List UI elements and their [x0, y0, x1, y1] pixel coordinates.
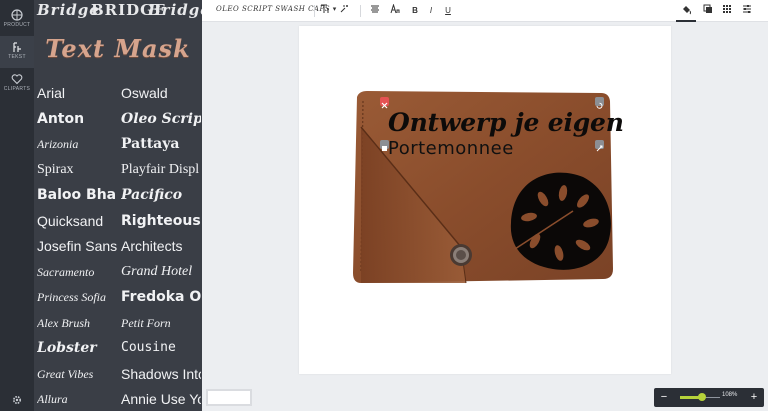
- font-option[interactable]: Oleo Script Sw: [121, 110, 201, 128]
- font-option[interactable]: Josefin Sans: [37, 237, 117, 255]
- product-icon: [11, 9, 23, 21]
- resize-icon: [596, 145, 603, 152]
- font-option[interactable]: Fredoka On: [121, 288, 201, 306]
- rotate-icon: [596, 102, 603, 109]
- font-option[interactable]: Baloo Bhain: [37, 186, 117, 204]
- align-icon[interactable]: [368, 4, 382, 18]
- font-case-icon[interactable]: [388, 3, 402, 18]
- fill-bucket-icon[interactable]: [679, 4, 693, 18]
- underline-button[interactable]: U: [441, 4, 455, 18]
- gear-icon[interactable]: [11, 394, 23, 406]
- font-option[interactable]: Arizonia: [37, 135, 117, 153]
- text-mask-option[interactable]: Text Mask: [34, 34, 202, 63]
- grid-icon[interactable]: [720, 4, 734, 18]
- font-option[interactable]: Alex Brush: [37, 314, 117, 332]
- font-option[interactable]: Annie Use Your: [121, 390, 201, 408]
- font-option[interactable]: Sacramento: [37, 263, 117, 281]
- layer-handle[interactable]: [380, 140, 389, 151]
- layers-icon[interactable]: [701, 4, 715, 18]
- font-panel: Bridge BRIDGE Bridge Text Mask ArialOswa…: [34, 0, 202, 411]
- heart-icon: [11, 74, 23, 85]
- font-option[interactable]: Righteous: [121, 212, 201, 230]
- bold-button[interactable]: B: [408, 4, 422, 18]
- font-option[interactable]: Pattaya: [121, 135, 201, 153]
- text-size-icon[interactable]: [318, 4, 332, 18]
- resize-handle[interactable]: [595, 140, 604, 152]
- active-tool-indicator: [676, 20, 696, 22]
- delete-handle[interactable]: [380, 97, 389, 109]
- font-option[interactable]: Allura: [37, 390, 117, 408]
- font-option[interactable]: Quicksand: [37, 212, 117, 230]
- rotate-handle[interactable]: [595, 97, 604, 109]
- design-text-line2[interactable]: Portemonnee: [388, 138, 514, 159]
- font-option[interactable]: Playfair Displ: [121, 161, 201, 179]
- font-option[interactable]: Spirax: [37, 161, 117, 179]
- font-option[interactable]: Architects: [121, 237, 201, 255]
- text-icon: [13, 42, 21, 52]
- rail-label-product: PRODUCT: [3, 22, 31, 28]
- rail-label-cliparts: CLIPARTS: [3, 86, 31, 92]
- font-option[interactable]: Shadows Into: [121, 365, 201, 383]
- italic-button[interactable]: I: [424, 4, 438, 18]
- editor-app: PRODUCT TEKST CLIPARTS Bridge BRIDGE Bri…: [0, 0, 768, 411]
- font-option[interactable]: Petit Forn: [121, 314, 201, 332]
- chevron-down-icon: ▾: [332, 5, 337, 13]
- zoom-value: 108%: [722, 392, 738, 398]
- font-option[interactable]: Princess Sofia: [37, 288, 117, 306]
- font-option[interactable]: Lobster: [37, 339, 117, 357]
- font-option[interactable]: Arial: [37, 84, 117, 102]
- zoom-in-button[interactable]: +: [745, 388, 763, 407]
- zoom-out-button[interactable]: −: [655, 388, 673, 407]
- sliders-icon[interactable]: [740, 4, 754, 18]
- tool-rail: PRODUCT TEKST CLIPARTS: [0, 0, 34, 411]
- style-sample-3[interactable]: Bridge: [148, 1, 202, 19]
- rail-item-cliparts[interactable]: CLIPARTS: [0, 68, 34, 100]
- monstera-leaf-clipart: [510, 172, 611, 270]
- font-family-value: OLEO SCRIPT SWASH CAPS: [216, 5, 330, 13]
- font-option[interactable]: Great Vibes: [37, 365, 117, 383]
- rail-label-tekst: TEKST: [8, 54, 26, 60]
- text-effect-icon[interactable]: [338, 4, 352, 18]
- design-text-line1[interactable]: Ontwerp je eigen: [388, 108, 624, 137]
- top-toolbar: OLEO SCRIPT SWASH CAPS ▾ B I U: [202, 0, 768, 22]
- font-option[interactable]: Anton: [37, 110, 117, 128]
- font-option[interactable]: Cousine: [121, 339, 201, 357]
- layers-icon: [382, 146, 387, 151]
- zoom-slider-knob[interactable]: [697, 393, 706, 401]
- toolbar-divider: [360, 5, 361, 17]
- font-style-samples: Bridge BRIDGE Bridge: [34, 0, 202, 22]
- font-option[interactable]: Pacifico: [121, 186, 201, 204]
- font-option[interactable]: Grand Hotel: [121, 263, 201, 281]
- zoom-control: − 108% +: [654, 388, 764, 407]
- toolbar-divider: [314, 5, 315, 17]
- font-option[interactable]: Oswald: [121, 84, 201, 102]
- rail-item-tekst[interactable]: TEKST: [0, 36, 34, 68]
- rail-item-product[interactable]: PRODUCT: [0, 4, 34, 36]
- close-icon: [381, 102, 388, 109]
- page-thumbnail[interactable]: [206, 389, 252, 406]
